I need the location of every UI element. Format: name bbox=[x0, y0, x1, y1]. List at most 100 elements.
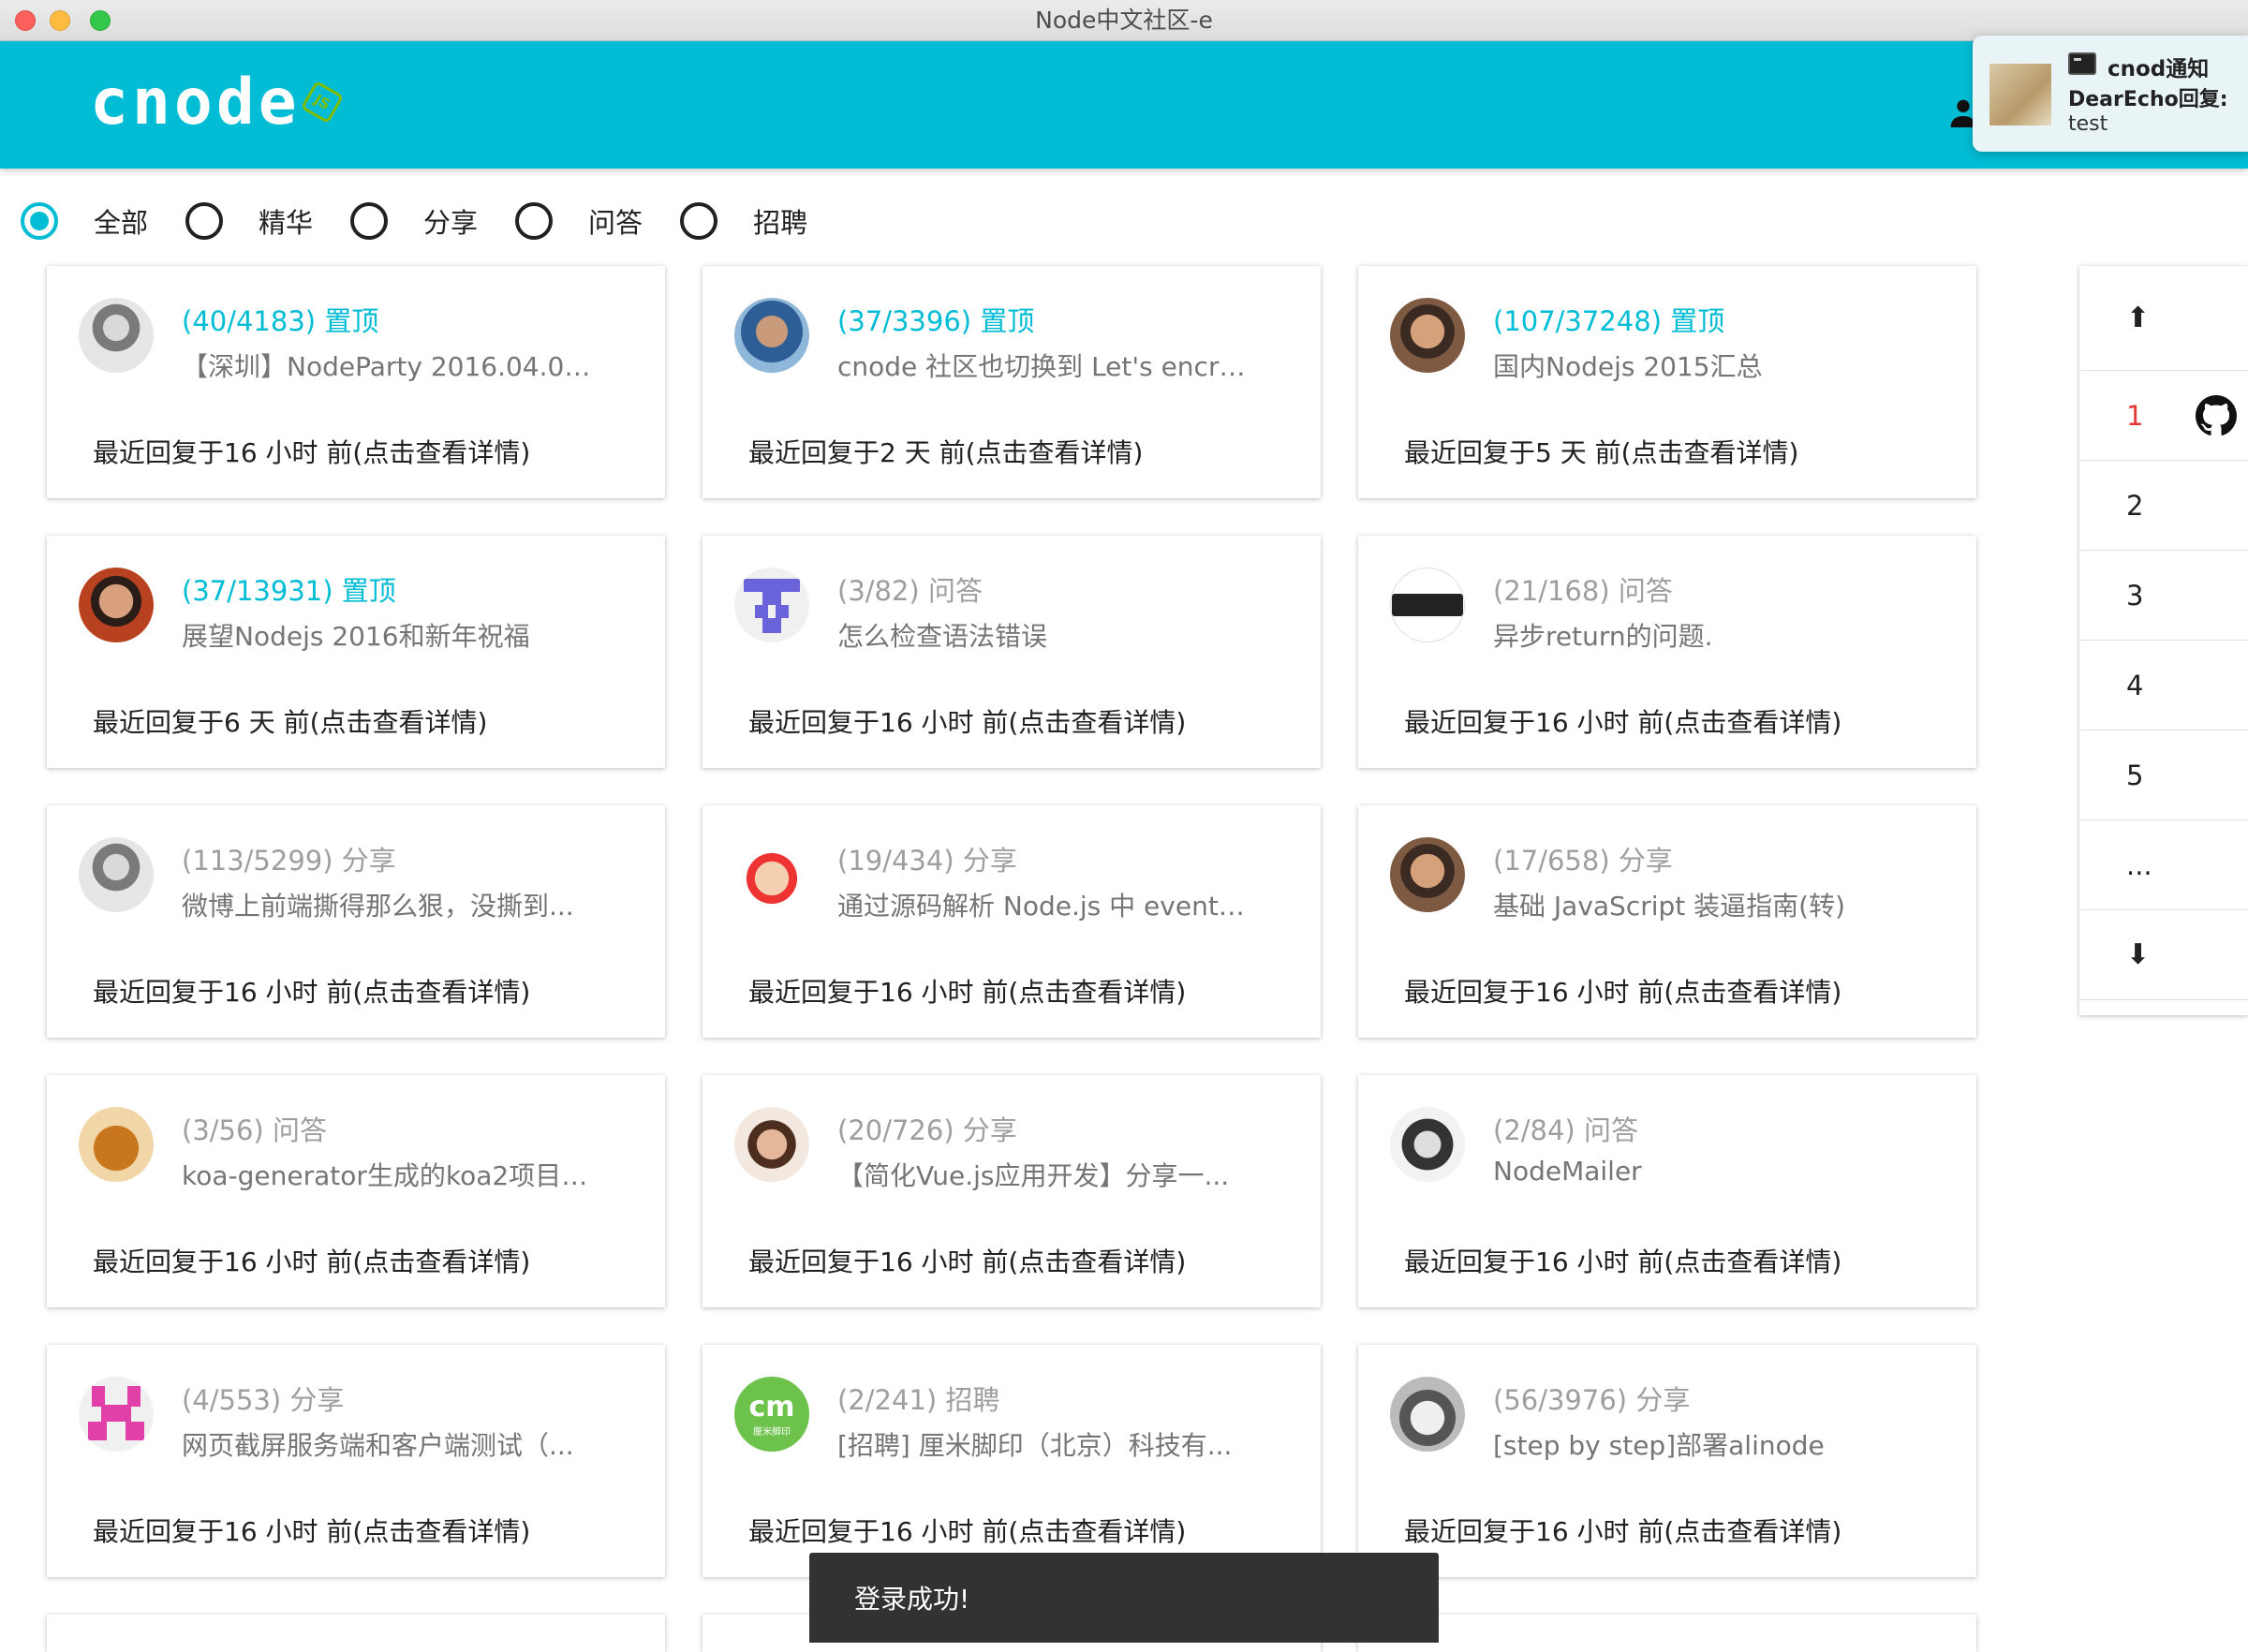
topic-stats: (56/3976) 分享 bbox=[1493, 1384, 1691, 1416]
topic-last-reply[interactable]: 最近回复于16 小时 前(点击查看详情) bbox=[93, 1242, 530, 1279]
topic-card[interactable]: (113/5299) 分享微博上前端撕得那么狠，没撕到... 最近回复于16 小时… bbox=[47, 805, 665, 1038]
topic-title[interactable]: cnode 社区也切换到 Let's encryp... bbox=[837, 347, 1250, 384]
topic-last-reply[interactable]: 最近回复于16 小时 前(点击查看详情) bbox=[1404, 1512, 1841, 1549]
cnode-logo[interactable]: cnode JS bbox=[90, 66, 344, 140]
topic-card[interactable]: (21/168) 问答 异步return的问题. 最近回复于16 小时 前(点击查看… bbox=[1358, 536, 1976, 768]
tab-1[interactable]: 精华 bbox=[185, 201, 313, 241]
topic-card[interactable]: (107/37248) 置顶国内Nodejs 2015汇总最近回复于5 天 前(… bbox=[1358, 266, 1976, 498]
page-number: 3 bbox=[2126, 579, 2144, 612]
page-ellipsis-button[interactable]: ... bbox=[2079, 820, 2248, 910]
tab-label: 精华 bbox=[259, 207, 314, 239]
tab-radio[interactable] bbox=[350, 202, 389, 240]
tab-radio[interactable] bbox=[185, 202, 224, 240]
topic-title[interactable]: NodeMailer bbox=[1493, 1156, 1905, 1187]
author-avatar bbox=[734, 568, 809, 642]
topic-title[interactable]: 通过源码解析 Node.js 中 events ... bbox=[837, 886, 1250, 923]
system-notification[interactable]: cnod通知 DearEcho回复: test bbox=[1973, 36, 2248, 152]
topic-title[interactable]: 网页截屏服务端和客户端测试（... bbox=[182, 1425, 594, 1463]
arrow-up-icon: ⬆ bbox=[2126, 302, 2151, 334]
nodejs-badge-icon: JS bbox=[300, 80, 344, 125]
notification-app-name: cnod通知 bbox=[2108, 57, 2210, 81]
topic-last-reply[interactable]: 最近回复于16 小时 前(点击查看详情) bbox=[748, 972, 1186, 1010]
topic-title[interactable]: 【简化Vue.js应用开发】分享一... bbox=[837, 1156, 1250, 1193]
topic-card[interactable] bbox=[1358, 1615, 1976, 1652]
topic-title[interactable]: 展望Nodejs 2016和新年祝福 bbox=[182, 616, 594, 654]
author-avatar: cm 厘米脚印 bbox=[734, 1377, 809, 1452]
topic-card[interactable]: (17/658) 分享 基础 JavaScript 装逼指南(转) 最近回复于16 … bbox=[1358, 805, 1976, 1038]
topic-title[interactable]: 异步return的问题. bbox=[1493, 616, 1905, 654]
author-avatar bbox=[1390, 1377, 1465, 1452]
page-5-button[interactable]: 5 bbox=[2079, 730, 2248, 820]
topic-stats: (19/434) 分享 bbox=[837, 845, 1017, 877]
topic-last-reply[interactable]: 最近回复于6 天 前(点击查看详情) bbox=[93, 702, 487, 740]
page-number: 2 bbox=[2126, 489, 2144, 522]
author-avatar bbox=[734, 837, 809, 912]
page-3-button[interactable]: 3 bbox=[2079, 551, 2248, 641]
topic-title[interactable]: koa-generator生成的koa2项目怎... bbox=[182, 1156, 594, 1193]
topic-stats: (20/726) 分享 bbox=[837, 1114, 1017, 1146]
topic-last-reply[interactable]: 最近回复于16 小时 前(点击查看详情) bbox=[748, 702, 1186, 740]
topic-stats: (37/13931) 置顶 bbox=[182, 575, 396, 607]
page-2-button[interactable]: 2 bbox=[2079, 461, 2248, 551]
topic-title[interactable]: 基础 JavaScript 装逼指南(转) bbox=[1493, 886, 1905, 923]
topic-last-reply[interactable]: 最近回复于16 小时 前(点击查看详情) bbox=[1404, 972, 1841, 1010]
topic-card[interactable] bbox=[47, 1615, 665, 1652]
tab-radio[interactable] bbox=[515, 202, 554, 240]
topic-card[interactable]: (56/3976) 分享 [step by step]部署alinode 最近回复于… bbox=[1358, 1345, 1976, 1577]
page-4-button[interactable]: 4 bbox=[2079, 641, 2248, 730]
page-1-button[interactable]: 1 bbox=[2079, 371, 2248, 461]
topic-last-reply[interactable]: 最近回复于16 小时 前(点击查看详情) bbox=[1404, 1242, 1841, 1279]
topic-last-reply[interactable]: 最近回复于2 天 前(点击查看详情) bbox=[748, 433, 1143, 470]
topic-card[interactable]: (3/82) 问答 怎么检查语法错误 最近回复于16 小时 前(点击查看详情) bbox=[702, 536, 1321, 768]
author-avatar bbox=[734, 1107, 809, 1182]
window-title: Node中文社区-e bbox=[1035, 7, 1213, 34]
login-success-toast: 登录成功! bbox=[809, 1553, 1439, 1643]
topic-card[interactable]: (3/56) 问答 koa-generator生成的koa2项目怎... 最近回复于… bbox=[47, 1075, 665, 1307]
topic-card[interactable]: (4/553) 分享网页截屏服务端和客户端测试（... 最近回复于16 小时 前(… bbox=[47, 1345, 665, 1577]
topic-card[interactable]: (37/13931) 置顶展望Nodejs 2016和新年祝福最近回复于6 天 … bbox=[47, 536, 665, 768]
tab-2[interactable]: 分享 bbox=[350, 201, 478, 241]
topic-card[interactable]: (40/4183) 置顶【深圳】NodeParty 2016.04.09 ...… bbox=[47, 266, 665, 498]
topic-last-reply[interactable]: 最近回复于16 小时 前(点击查看详情) bbox=[93, 433, 530, 470]
topic-stats: (4/553) 分享 bbox=[182, 1384, 345, 1416]
author-avatar bbox=[79, 1377, 154, 1452]
topic-stats: (40/4183) 置顶 bbox=[182, 305, 379, 337]
topic-title[interactable]: 国内Nodejs 2015汇总 bbox=[1493, 347, 1905, 384]
topic-card[interactable]: (2/84) 问答 NodeMailer 最近回复于16 小时 前(点击查看详情) bbox=[1358, 1075, 1976, 1307]
author-avatar bbox=[79, 298, 154, 373]
topic-tabs: 全部 精华 分享 问答 招聘 bbox=[21, 197, 845, 245]
topic-last-reply[interactable]: 最近回复于5 天 前(点击查看详情) bbox=[1404, 433, 1798, 470]
github-icon[interactable] bbox=[2196, 395, 2237, 436]
notification-avatar bbox=[1989, 64, 2051, 125]
topic-last-reply[interactable]: 最近回复于16 小时 前(点击查看详情) bbox=[93, 1512, 530, 1549]
tab-0[interactable]: 全部 bbox=[21, 201, 148, 241]
toast-message: 登录成功! bbox=[854, 1584, 970, 1615]
topic-last-reply[interactable]: 最近回复于16 小时 前(点击查看详情) bbox=[748, 1242, 1186, 1279]
topic-card[interactable]: (20/726) 分享【简化Vue.js应用开发】分享一... 最近回复于16 小… bbox=[702, 1075, 1321, 1307]
page-number: 5 bbox=[2126, 759, 2144, 791]
topic-title[interactable]: [step by step]部署alinode bbox=[1493, 1425, 1905, 1463]
topic-title[interactable]: [招聘] 厘米脚印（北京）科技有... bbox=[837, 1425, 1250, 1463]
topic-last-reply[interactable]: 最近回复于16 小时 前(点击查看详情) bbox=[748, 1512, 1186, 1549]
topic-card[interactable]: (19/434) 分享通过源码解析 Node.js 中 events ... 最近… bbox=[702, 805, 1321, 1038]
topic-title[interactable]: 【深圳】NodeParty 2016.04.09 ... bbox=[182, 347, 594, 384]
topic-last-reply[interactable]: 最近回复于16 小时 前(点击查看详情) bbox=[93, 972, 530, 1010]
page-up-button[interactable]: ⬆ bbox=[2079, 266, 2248, 371]
tab-4[interactable]: 招聘 bbox=[680, 201, 807, 241]
topic-stats: (107/37248) 置顶 bbox=[1493, 305, 1725, 337]
topic-card[interactable]: cm 厘米脚印 (2/241) 招聘 [招聘] 厘米脚印（北京）科技有... 最近回复于… bbox=[702, 1345, 1321, 1577]
tab-radio[interactable] bbox=[680, 202, 718, 240]
topic-stats: (113/5299) 分享 bbox=[182, 845, 396, 877]
topic-stats: (3/56) 问答 bbox=[182, 1114, 327, 1146]
topic-last-reply[interactable]: 最近回复于16 小时 前(点击查看详情) bbox=[1404, 702, 1841, 740]
topic-title[interactable]: 怎么检查语法错误 bbox=[837, 616, 1250, 654]
arrow-down-icon: ⬇ bbox=[2126, 938, 2151, 971]
tab-radio[interactable] bbox=[21, 202, 58, 240]
tab-3[interactable]: 问答 bbox=[515, 201, 643, 241]
tab-label: 问答 bbox=[588, 207, 643, 239]
topic-card[interactable]: (37/3396) 置顶 cnode 社区也切换到 Let's encryp...… bbox=[702, 266, 1321, 498]
topic-title[interactable]: 微博上前端撕得那么狠，没撕到... bbox=[182, 886, 594, 923]
logo-text: cnode bbox=[90, 65, 301, 140]
tab-label: 全部 bbox=[94, 207, 149, 239]
page-down-button[interactable]: ⬇ bbox=[2079, 910, 2248, 1000]
